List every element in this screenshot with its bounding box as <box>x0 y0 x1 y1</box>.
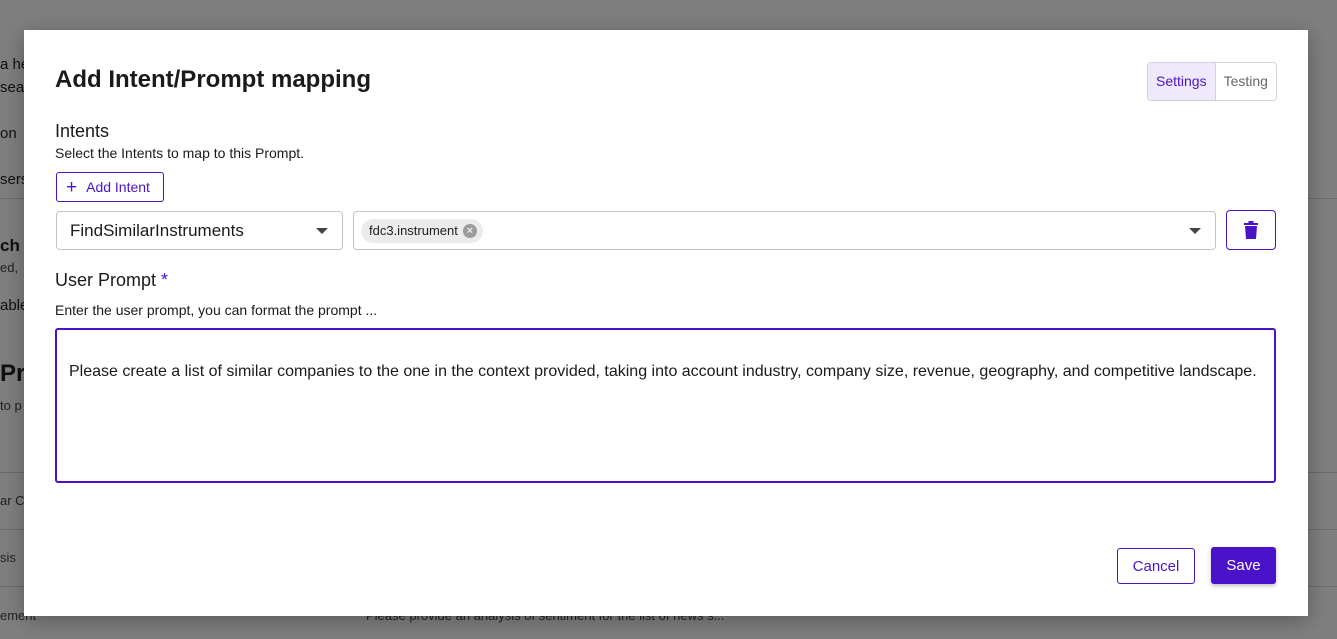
intent-select-value: FindSimilarInstruments <box>70 220 244 240</box>
intents-hint: Select the Intents to map to this Prompt… <box>55 145 305 161</box>
user-prompt-heading: User Prompt * <box>55 270 168 291</box>
required-mark: * <box>161 270 169 290</box>
view-toggle: Settings Testing <box>1147 62 1277 101</box>
trash-icon <box>1244 221 1258 239</box>
context-chip-label: fdc3.instrument <box>369 223 458 238</box>
context-multiselect[interactable]: fdc3.instrument × <box>353 211 1216 250</box>
add-intent-label: Add Intent <box>86 179 150 195</box>
chevron-down-icon <box>1189 228 1201 234</box>
add-intent-button[interactable]: + Add Intent <box>56 172 164 202</box>
add-intent-prompt-dialog: Add Intent/Prompt mapping Settings Testi… <box>24 30 1308 616</box>
dialog-title: Add Intent/Prompt mapping <box>55 66 371 93</box>
intents-heading: Intents <box>55 121 110 141</box>
plus-icon: + <box>66 176 78 198</box>
delete-intent-button[interactable] <box>1226 210 1276 250</box>
user-prompt-hint: Enter the user prompt, you can format th… <box>55 302 378 318</box>
user-prompt-textarea[interactable]: Please create a list of similar companie… <box>55 328 1276 483</box>
cancel-button[interactable]: Cancel <box>1117 548 1195 584</box>
save-button[interactable]: Save <box>1211 547 1276 584</box>
tab-testing[interactable]: Testing <box>1215 63 1276 100</box>
tab-settings[interactable]: Settings <box>1148 63 1216 100</box>
user-prompt-heading-text: User Prompt <box>55 270 157 290</box>
chevron-down-icon <box>316 228 328 234</box>
context-chip: fdc3.instrument × <box>361 218 483 243</box>
remove-chip-icon[interactable]: × <box>462 223 477 238</box>
intent-select[interactable]: FindSimilarInstruments <box>56 211 343 250</box>
